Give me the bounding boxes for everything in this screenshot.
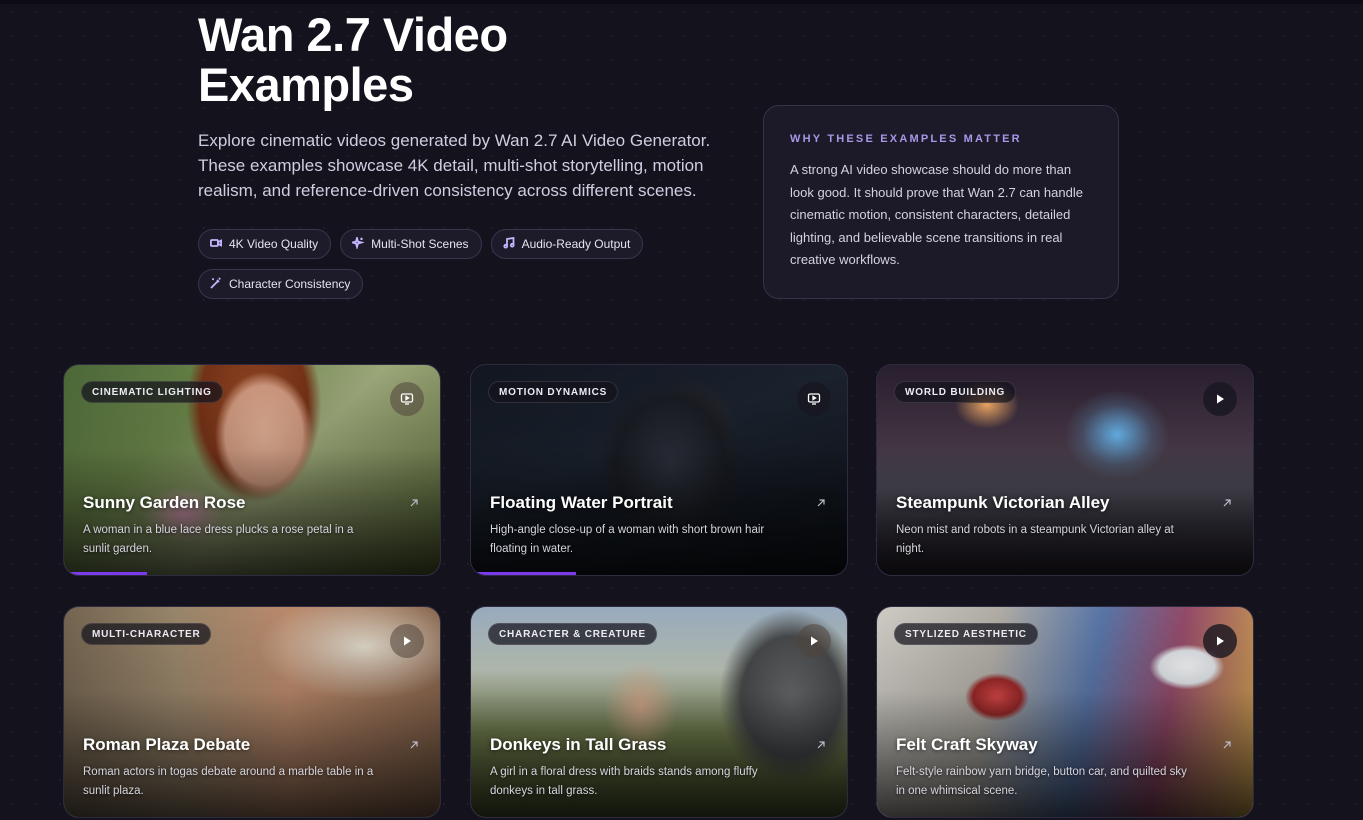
- feature-chips: 4K Video Quality Multi-Shot Scenes Audio…: [198, 229, 668, 299]
- play-icon[interactable]: [390, 624, 424, 658]
- top-edge: [0, 0, 1363, 4]
- card-description: A girl in a floral dress with braids sta…: [490, 766, 758, 797]
- card-title: Steampunk Victorian Alley: [896, 493, 1110, 512]
- arrow-up-right-icon[interactable]: [408, 739, 420, 751]
- example-card-floating-water-portrait[interactable]: MOTION DYNAMICS Floating Water Portrait …: [470, 364, 848, 576]
- play-icon[interactable]: [1203, 624, 1237, 658]
- why-body: A strong AI video showcase should do mor…: [790, 162, 1083, 267]
- card-title: Floating Water Portrait: [490, 493, 673, 512]
- play-icon[interactable]: [1203, 382, 1237, 416]
- arrow-up-right-icon[interactable]: [408, 497, 420, 509]
- category-badge: MOTION DYNAMICS: [488, 381, 619, 403]
- arrow-up-right-icon[interactable]: [815, 739, 827, 751]
- chip-audio-ready-output[interactable]: Audio-Ready Output: [490, 229, 644, 259]
- card-description: High-angle close-up of a woman with shor…: [490, 524, 765, 555]
- card-title: Sunny Garden Rose: [83, 493, 246, 512]
- why-examples-panel: WHY THESE EXAMPLES MATTER A strong AI vi…: [763, 105, 1119, 299]
- playback-progress-bar[interactable]: [64, 572, 147, 575]
- play-icon[interactable]: [797, 624, 831, 658]
- arrow-up-right-icon[interactable]: [1221, 739, 1233, 751]
- category-badge: WORLD BUILDING: [894, 381, 1017, 403]
- chip-label: 4K Video Quality: [229, 237, 319, 251]
- why-heading: WHY THESE EXAMPLES MATTER: [790, 133, 1022, 145]
- chip-label: Audio-Ready Output: [521, 237, 631, 251]
- card-description: Felt-style rainbow yarn bridge, button c…: [896, 766, 1187, 797]
- example-card-steampunk-victorian-alley[interactable]: WORLD BUILDING Steampunk Victorian Alley…: [876, 364, 1254, 576]
- arrow-up-right-icon[interactable]: [1221, 497, 1233, 509]
- card-description: A woman in a blue lace dress plucks a ro…: [83, 524, 354, 555]
- chip-multi-shot-scenes[interactable]: Multi-Shot Scenes: [340, 229, 482, 259]
- chip-character-consistency[interactable]: Character Consistency: [198, 269, 364, 299]
- playback-progress-bar[interactable]: [471, 572, 577, 575]
- category-badge: STYLIZED AESTHETIC: [894, 623, 1038, 645]
- page-subtitle: Explore cinematic videos generated by Wa…: [198, 131, 711, 200]
- chip-label: Multi-Shot Scenes: [371, 237, 469, 251]
- example-card-donkeys-in-tall-grass[interactable]: CHARACTER & CREATURE Donkeys in Tall Gra…: [470, 606, 848, 818]
- category-badge: MULTI-CHARACTER: [81, 623, 212, 645]
- category-badge: CHARACTER & CREATURE: [488, 623, 657, 645]
- screen-play-icon[interactable]: [390, 382, 424, 416]
- sparkles-icon: [349, 234, 365, 252]
- card-title: Felt Craft Skyway: [896, 735, 1038, 754]
- card-description: Roman actors in togas debate around a ma…: [83, 766, 374, 797]
- example-card-roman-plaza-debate[interactable]: MULTI-CHARACTER Roman Plaza Debate Roman…: [63, 606, 441, 818]
- video-icon: [209, 237, 222, 252]
- chip-4k-video-quality[interactable]: 4K Video Quality: [198, 229, 332, 259]
- card-description: Neon mist and robots in a steampunk Vict…: [896, 524, 1174, 555]
- card-title: Roman Plaza Debate: [83, 735, 251, 754]
- screen-play-icon[interactable]: [797, 382, 831, 416]
- music-icon: [502, 236, 515, 252]
- card-title: Donkeys in Tall Grass: [490, 735, 667, 754]
- page-title: Wan 2.7 Video Examples: [198, 8, 508, 111]
- arrow-up-right-icon[interactable]: [815, 497, 827, 509]
- example-card-felt-craft-skyway[interactable]: STYLIZED AESTHETIC Felt Craft Skyway Fel…: [876, 606, 1254, 818]
- chip-label: Character Consistency: [229, 277, 351, 291]
- example-card-sunny-garden-rose[interactable]: CINEMATIC LIGHTING Sunny Garden Rose A w…: [63, 364, 441, 576]
- wand-icon: [210, 277, 222, 292]
- category-badge: CINEMATIC LIGHTING: [81, 381, 223, 403]
